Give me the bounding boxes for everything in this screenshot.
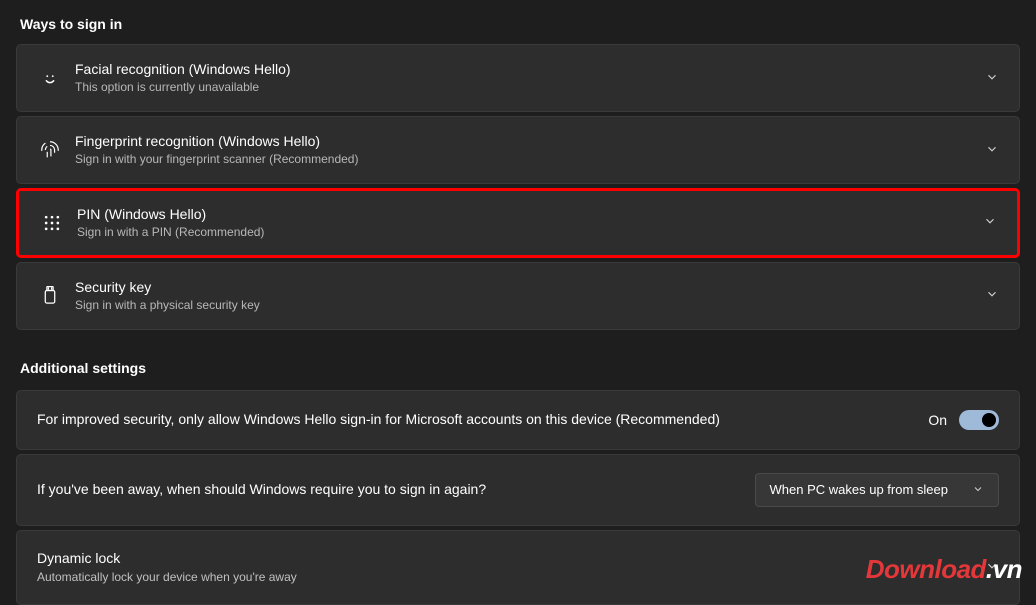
chevron-down-icon [985,70,999,87]
setting-title: Dynamic lock [37,549,967,569]
setting-require-signin: If you've been away, when should Windows… [16,454,1020,526]
chevron-down-icon [972,482,984,498]
hello-only-toggle[interactable] [959,410,999,430]
face-icon [31,64,69,92]
setting-hello-only: For improved security, only allow Window… [16,390,1020,450]
toggle-knob [982,413,996,427]
option-text: Security key Sign in with a physical sec… [75,278,975,314]
watermark-part1: Download [866,554,986,584]
fingerprint-icon [31,136,69,164]
option-subtitle: This option is currently unavailable [75,80,975,96]
setting-label: For improved security, only allow Window… [37,410,720,430]
chevron-down-icon [983,214,997,231]
option-title: Facial recognition (Windows Hello) [75,60,975,78]
option-security-key[interactable]: Security key Sign in with a physical sec… [16,262,1020,330]
option-subtitle: Sign in with a physical security key [75,298,975,314]
ways-to-sign-in-header: Ways to sign in [20,16,1016,32]
option-fingerprint[interactable]: Fingerprint recognition (Windows Hello) … [16,116,1020,184]
watermark-part2: .vn [986,554,1022,584]
setting-label: If you've been away, when should Windows… [37,480,486,500]
setting-subtitle: Automatically lock your device when you'… [37,570,967,586]
usb-key-icon [31,282,69,310]
option-pin[interactable]: PIN (Windows Hello) Sign in with a PIN (… [16,188,1020,258]
select-value: When PC wakes up from sleep [770,482,948,497]
require-signin-select[interactable]: When PC wakes up from sleep [755,473,999,507]
option-text: Facial recognition (Windows Hello) This … [75,60,975,96]
option-title: Fingerprint recognition (Windows Hello) [75,132,975,150]
option-text: Fingerprint recognition (Windows Hello) … [75,132,975,168]
option-text: PIN (Windows Hello) Sign in with a PIN (… [77,205,973,241]
option-title: Security key [75,278,975,296]
setting-text: Dynamic lock Automatically lock your dev… [37,549,967,586]
option-subtitle: Sign in with your fingerprint scanner (R… [75,152,975,168]
option-facial-recognition[interactable]: Facial recognition (Windows Hello) This … [16,44,1020,112]
toggle-state-label: On [928,412,947,428]
option-title: PIN (Windows Hello) [77,205,973,223]
chevron-down-icon [985,142,999,159]
pin-pad-icon [33,209,71,237]
additional-settings-header: Additional settings [20,360,1016,376]
toggle-wrap: On [928,410,999,430]
watermark-logo: Download.vn [866,554,1022,585]
option-subtitle: Sign in with a PIN (Recommended) [77,225,973,241]
chevron-down-icon [985,287,999,304]
